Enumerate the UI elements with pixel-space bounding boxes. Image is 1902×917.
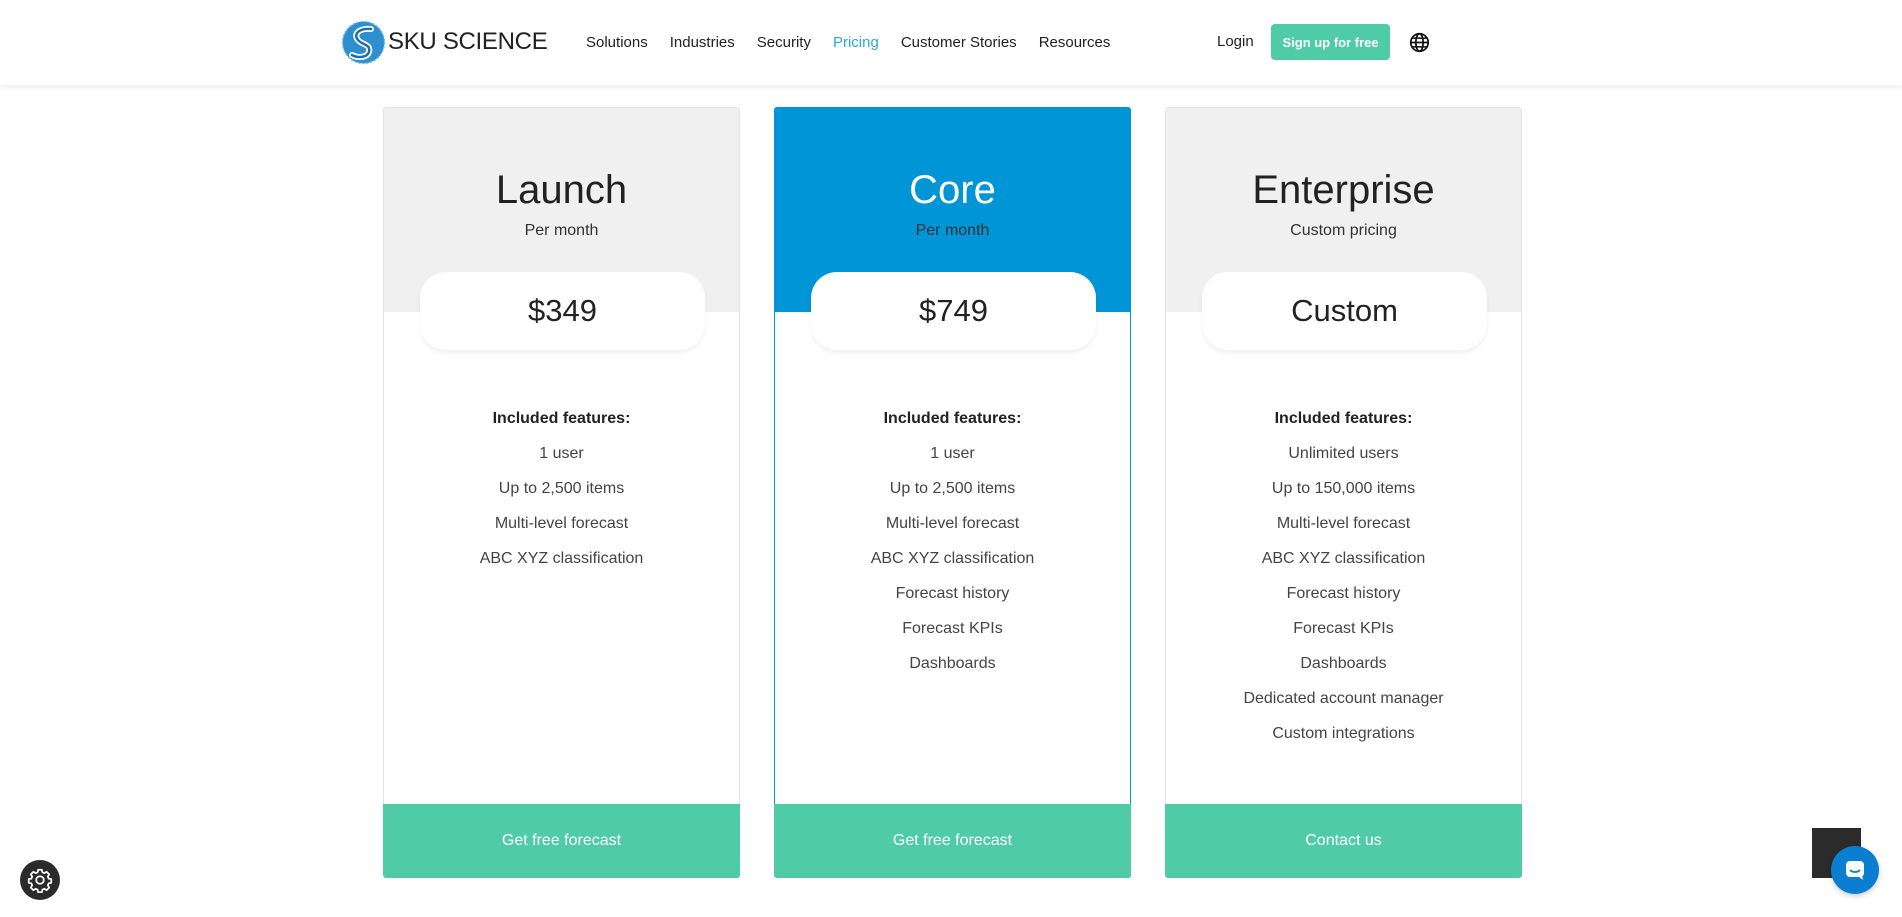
feature-list: Unlimited users Up to 150,000 items Mult… (1166, 445, 1521, 760)
globe-icon[interactable] (1409, 32, 1430, 53)
feature-item: 1 user (539, 445, 584, 462)
feature-item: ABC XYZ classification (479, 550, 644, 567)
plan-price: $749 (811, 272, 1096, 350)
gear-icon (27, 868, 53, 893)
feature-item: Up to 150,000 items (1271, 480, 1416, 497)
features-title: Included features: (883, 410, 1022, 427)
features-title: Included features: (1274, 410, 1413, 427)
nav-customer-stories[interactable]: Customer Stories (901, 34, 1017, 51)
feature-item: Custom integrations (1272, 725, 1415, 742)
feature-list: 1 user Up to 2,500 items Multi-level for… (384, 445, 739, 585)
feature-item: Dedicated account manager (1243, 690, 1444, 707)
feature-item: Forecast history (1286, 585, 1401, 602)
nav-pricing[interactable]: Pricing (833, 34, 879, 51)
plan-subtitle: Per month (524, 222, 599, 239)
plan-name: Enterprise (1252, 168, 1435, 212)
nav-industries[interactable]: Industries (670, 34, 735, 51)
features-title: Included features: (492, 410, 631, 427)
signup-button[interactable]: Sign up for free (1271, 24, 1390, 60)
plan-card-enterprise: Enterprise Custom pricing Custom Include… (1165, 107, 1522, 878)
feature-item: Dashboards (1300, 655, 1387, 672)
nav-security[interactable]: Security (757, 34, 811, 51)
plan-name: Core (909, 168, 996, 212)
cookie-settings-button[interactable] (20, 860, 60, 900)
logo[interactable]: SKU SCIENCE (341, 19, 548, 65)
feature-item: ABC XYZ classification (1261, 550, 1426, 567)
feature-item: Forecast history (895, 585, 1010, 602)
feature-item: Forecast KPIs (1293, 620, 1394, 637)
feature-item: Multi-level forecast (1276, 515, 1411, 532)
contact-us-button[interactable]: Contact us (1165, 804, 1522, 878)
logo-mark-icon (341, 20, 386, 64)
feature-item: Multi-level forecast (885, 515, 1020, 532)
main-nav: Solutions Industries Security Pricing Cu… (586, 0, 1132, 85)
chat-launcher-button[interactable] (1831, 846, 1879, 894)
feature-item: 1 user (930, 445, 975, 462)
login-link[interactable]: Login (1217, 33, 1254, 50)
plan-name: Launch (495, 168, 628, 212)
nav-resources[interactable]: Resources (1039, 34, 1111, 51)
get-free-forecast-button[interactable]: Get free forecast (774, 804, 1131, 878)
feature-item: Up to 2,500 items (498, 480, 625, 497)
plan-subtitle: Per month (915, 222, 990, 239)
feature-item: Forecast KPIs (902, 620, 1003, 637)
feature-item: Dashboards (909, 655, 996, 672)
logo-text: SKU SCIENCE (388, 28, 548, 55)
site-header: SKU SCIENCE Solutions Industries Securit… (0, 0, 1902, 85)
plan-card-core: Core Per month $749 Included features: 1… (774, 107, 1131, 878)
nav-solutions[interactable]: Solutions (586, 34, 648, 51)
feature-item: Up to 2,500 items (889, 480, 1016, 497)
plan-subtitle: Custom pricing (1290, 222, 1397, 239)
feature-list: 1 user Up to 2,500 items Multi-level for… (775, 445, 1130, 690)
get-free-forecast-button[interactable]: Get free forecast (383, 804, 740, 878)
feature-item: ABC XYZ classification (870, 550, 1035, 567)
feature-item: Multi-level forecast (494, 515, 629, 532)
chat-icon (1846, 861, 1864, 880)
plan-card-launch: Launch Per month $349 Included features:… (383, 107, 740, 878)
plan-price: Custom (1202, 272, 1487, 350)
plan-price: $349 (420, 272, 705, 350)
feature-item: Unlimited users (1288, 445, 1399, 462)
